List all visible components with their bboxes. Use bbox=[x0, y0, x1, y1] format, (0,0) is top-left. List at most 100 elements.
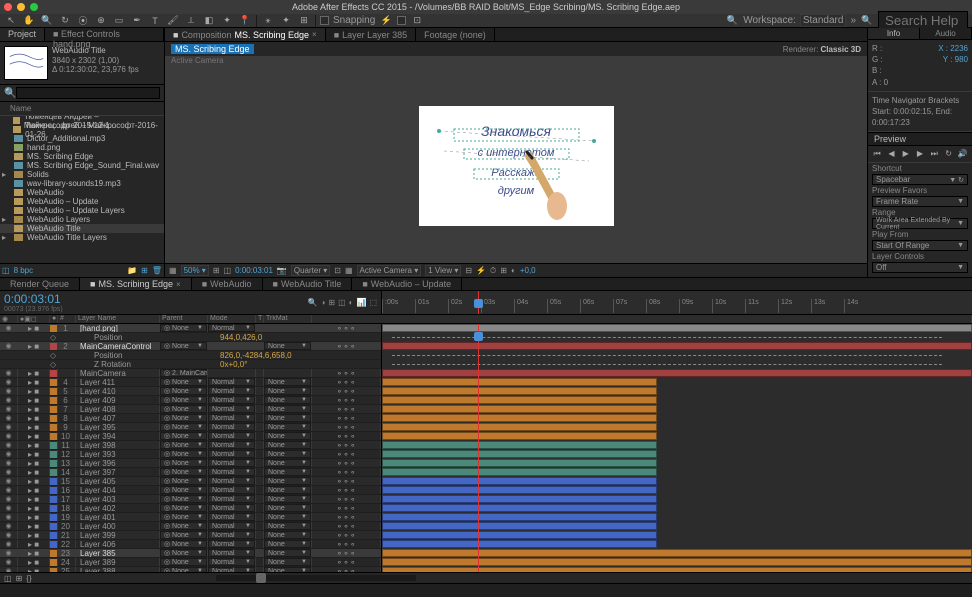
snap3-icon[interactable]: ⊡ bbox=[410, 15, 424, 27]
project-list[interactable]: Тюменцев Андрей – Майкроcофт-2015-12-1..… bbox=[0, 116, 164, 263]
layer-row[interactable]: ◉ ▸ ■ 22 Layer 406 ◎ None▼ Normal▼ None▼… bbox=[0, 540, 381, 549]
layer-bar[interactable] bbox=[382, 414, 657, 422]
layer-row[interactable]: ◉ ▸ ■ 13 Layer 396 ◎ None▼ Normal▼ None▼… bbox=[0, 459, 381, 468]
timeline-tab-2[interactable]: ■WebAudio bbox=[192, 278, 263, 290]
snap2-checkbox[interactable] bbox=[397, 16, 406, 25]
toggle-switches-icon[interactable]: ◫ bbox=[4, 574, 12, 583]
brush-tool-icon[interactable]: 🖌 bbox=[166, 15, 180, 27]
project-item[interactable]: WebAudio bbox=[0, 188, 164, 197]
composition-tab-active[interactable]: ■ Composition MS. Scribing Edge× bbox=[165, 28, 326, 41]
range-dropdown[interactable]: Work Area Extended By Current▼ bbox=[872, 218, 968, 229]
transparency-icon[interactable]: ▦ bbox=[345, 266, 353, 275]
fast-preview-icon[interactable]: ⚡ bbox=[476, 266, 486, 275]
project-item[interactable]: ▸Solids bbox=[0, 170, 164, 179]
window-zoom-button[interactable] bbox=[30, 3, 38, 11]
graph-icon[interactable]: 📊 bbox=[356, 298, 366, 307]
clone-tool-icon[interactable]: ⟂ bbox=[184, 15, 198, 27]
eraser-tool-icon[interactable]: ◧ bbox=[202, 15, 216, 27]
snapshot-icon[interactable]: 📷 bbox=[277, 266, 287, 275]
pixel-aspect-icon[interactable]: ⊟ bbox=[465, 266, 472, 275]
window-minimize-button[interactable] bbox=[17, 3, 25, 11]
info-tab[interactable]: Info bbox=[868, 28, 920, 39]
first-frame-icon[interactable]: ⏮ bbox=[872, 149, 882, 159]
layer-row[interactable]: ◉ ▸ ■ 11 Layer 398 ◎ None▼ Normal▼ None▼… bbox=[0, 441, 381, 450]
search-icon[interactable]: 🔍 bbox=[4, 88, 16, 99]
composition-viewer[interactable]: Знакомься с интернетом Расскажи другим bbox=[165, 68, 867, 263]
project-column-name[interactable]: Name bbox=[0, 102, 164, 116]
pan-behind-tool-icon[interactable]: ⊕ bbox=[94, 15, 108, 27]
axis2-tool-icon[interactable]: ✦ bbox=[279, 15, 293, 27]
layer-row[interactable]: ◉ ▸ ■ 4 Layer 411 ◎ None▼ Normal▼ None▼ … bbox=[0, 378, 381, 387]
project-tab[interactable]: Project bbox=[0, 28, 45, 41]
layer-row[interactable]: ◉ ▸ ■ 15 Layer 405 ◎ None▼ Normal▼ None▼… bbox=[0, 477, 381, 486]
layer-row[interactable]: ◉ ▸ ■ 12 Layer 393 ◎ None▼ Normal▼ None▼… bbox=[0, 450, 381, 459]
project-item[interactable]: WebAudio – Update Layers bbox=[0, 206, 164, 215]
layer-bar[interactable] bbox=[382, 396, 657, 404]
snapping-checkbox[interactable] bbox=[320, 16, 329, 25]
project-item[interactable]: ▸WebAudio Layers bbox=[0, 215, 164, 224]
new-folder-icon[interactable]: 📁 bbox=[127, 266, 137, 275]
layer-list[interactable]: ◉ ▸ ■ 1 [hand.png] ◎ None▼ Normal▼ ⚬⚬⚬◇P… bbox=[0, 324, 382, 572]
play-icon[interactable]: ▶ bbox=[901, 149, 911, 159]
timeline-tab-active[interactable]: ■MS. Scribing Edge× bbox=[80, 278, 192, 290]
project-item[interactable]: MS. Scribing Edge bbox=[0, 152, 164, 161]
layer-bar[interactable] bbox=[382, 504, 657, 512]
alpha-icon[interactable]: ▦ bbox=[169, 266, 177, 275]
time-display[interactable]: 0:00:03:01 bbox=[235, 266, 273, 275]
roto-tool-icon[interactable]: ✦ bbox=[220, 15, 234, 27]
frameblend-icon[interactable]: ◫ bbox=[338, 298, 346, 307]
pen-tool-icon[interactable]: ✒ bbox=[130, 15, 144, 27]
layer-row[interactable]: ◉ ▸ ■ 25 Layer 388 ◎ None▼ Normal▼ None▼… bbox=[0, 567, 381, 572]
layer-row[interactable]: ◉ ▸ ■ 24 Layer 389 ◎ None▼ Normal▼ None▼… bbox=[0, 558, 381, 567]
project-item[interactable]: WebAudio Title bbox=[0, 224, 164, 233]
layer-row[interactable]: ◉ ▸ ■ 10 Layer 394 ◎ None▼ Normal▼ None▼… bbox=[0, 432, 381, 441]
close-icon[interactable]: × bbox=[176, 280, 181, 289]
project-item[interactable]: MS. Scribing Edge_Sound_Final.wav bbox=[0, 161, 164, 170]
camera-tool-icon[interactable]: ⦿ bbox=[76, 15, 90, 27]
layer-bar[interactable] bbox=[382, 432, 657, 440]
canvas[interactable]: Знакомься с интернетом Расскажи другим bbox=[419, 106, 614, 226]
layer-bar[interactable] bbox=[382, 558, 972, 566]
layer-bar[interactable] bbox=[382, 522, 657, 530]
layer-row[interactable]: ◉ ▸ ■ 18 Layer 402 ◎ None▼ Normal▼ None▼… bbox=[0, 504, 381, 513]
layer-bar[interactable] bbox=[382, 441, 657, 449]
shortcut-dropdown[interactable]: Spacebar▼ ↻ bbox=[872, 174, 968, 185]
project-item[interactable]: ▸WebAudio Title Layers bbox=[0, 233, 164, 242]
project-item[interactable]: hand.png bbox=[0, 143, 164, 152]
mute-icon[interactable]: 🔊 bbox=[958, 149, 968, 159]
layer-row[interactable]: ◉ ▸ ■ 8 Layer 407 ◎ None▼ Normal▼ None▼ … bbox=[0, 414, 381, 423]
project-search-input[interactable] bbox=[16, 87, 160, 99]
resolution-dropdown[interactable]: Quarter ▾ bbox=[291, 265, 330, 276]
axis-tool-icon[interactable]: ⚹ bbox=[261, 15, 275, 27]
camera-dropdown[interactable]: Active Camera ▾ bbox=[357, 265, 422, 276]
current-time[interactable]: 0:00:03:01 bbox=[4, 292, 63, 306]
render-queue-tab[interactable]: Render Queue bbox=[0, 278, 80, 290]
layer-bar[interactable] bbox=[382, 513, 657, 521]
zoom-dropdown[interactable]: 50% ▾ bbox=[181, 265, 209, 276]
layer-row[interactable]: ◉ ▸ ■ 23 Layer 385 ◎ None▼ Normal▼ None▼… bbox=[0, 549, 381, 558]
layer-bar[interactable] bbox=[382, 450, 657, 458]
bpc-button[interactable]: 8 bpc bbox=[14, 266, 34, 275]
trash-icon[interactable]: 🗑 bbox=[152, 266, 162, 275]
layer-bar[interactable] bbox=[382, 531, 657, 539]
property-row[interactable]: ◇Position944,0,426,0 bbox=[0, 333, 381, 342]
layer-row[interactable]: ◉ ▸ ■ 5 Layer 410 ◎ None▼ Normal▼ None▼ … bbox=[0, 387, 381, 396]
layer-bar[interactable] bbox=[382, 423, 657, 431]
rect-tool-icon[interactable]: ▭ bbox=[112, 15, 126, 27]
layer-bar[interactable] bbox=[382, 369, 972, 377]
effect-controls-tab[interactable]: ■ Effect Controls hand.png bbox=[45, 28, 164, 41]
time-ruler[interactable]: :00s01s02s03s04s05s06s07s08s09s10s11s12s… bbox=[382, 299, 972, 313]
layer-row[interactable]: ◉ ▸ ■ 14 Layer 397 ◎ None▼ Normal▼ None▼… bbox=[0, 468, 381, 477]
project-item[interactable]: WebAudio – Update bbox=[0, 197, 164, 206]
next-frame-icon[interactable]: ▶ bbox=[915, 149, 925, 159]
bc-icon[interactable]: ⬚ bbox=[369, 298, 377, 307]
prev-frame-icon[interactable]: ◀ bbox=[886, 149, 896, 159]
layer-bar[interactable] bbox=[382, 486, 657, 494]
layer-row[interactable]: ◉ ▸ ■ 21 Layer 399 ◎ None▼ Normal▼ None▼… bbox=[0, 531, 381, 540]
layer-row[interactable]: ◉ ▸ ■ 6 Layer 409 ◎ None▼ Normal▼ None▼ … bbox=[0, 396, 381, 405]
roi-icon[interactable]: ⊡ bbox=[334, 266, 341, 275]
preview-tab[interactable]: Preview bbox=[868, 133, 972, 146]
window-close-button[interactable] bbox=[4, 3, 12, 11]
hand-tool-icon[interactable]: ✋ bbox=[22, 15, 36, 27]
rotation-tool-icon[interactable]: ↻ bbox=[58, 15, 72, 27]
